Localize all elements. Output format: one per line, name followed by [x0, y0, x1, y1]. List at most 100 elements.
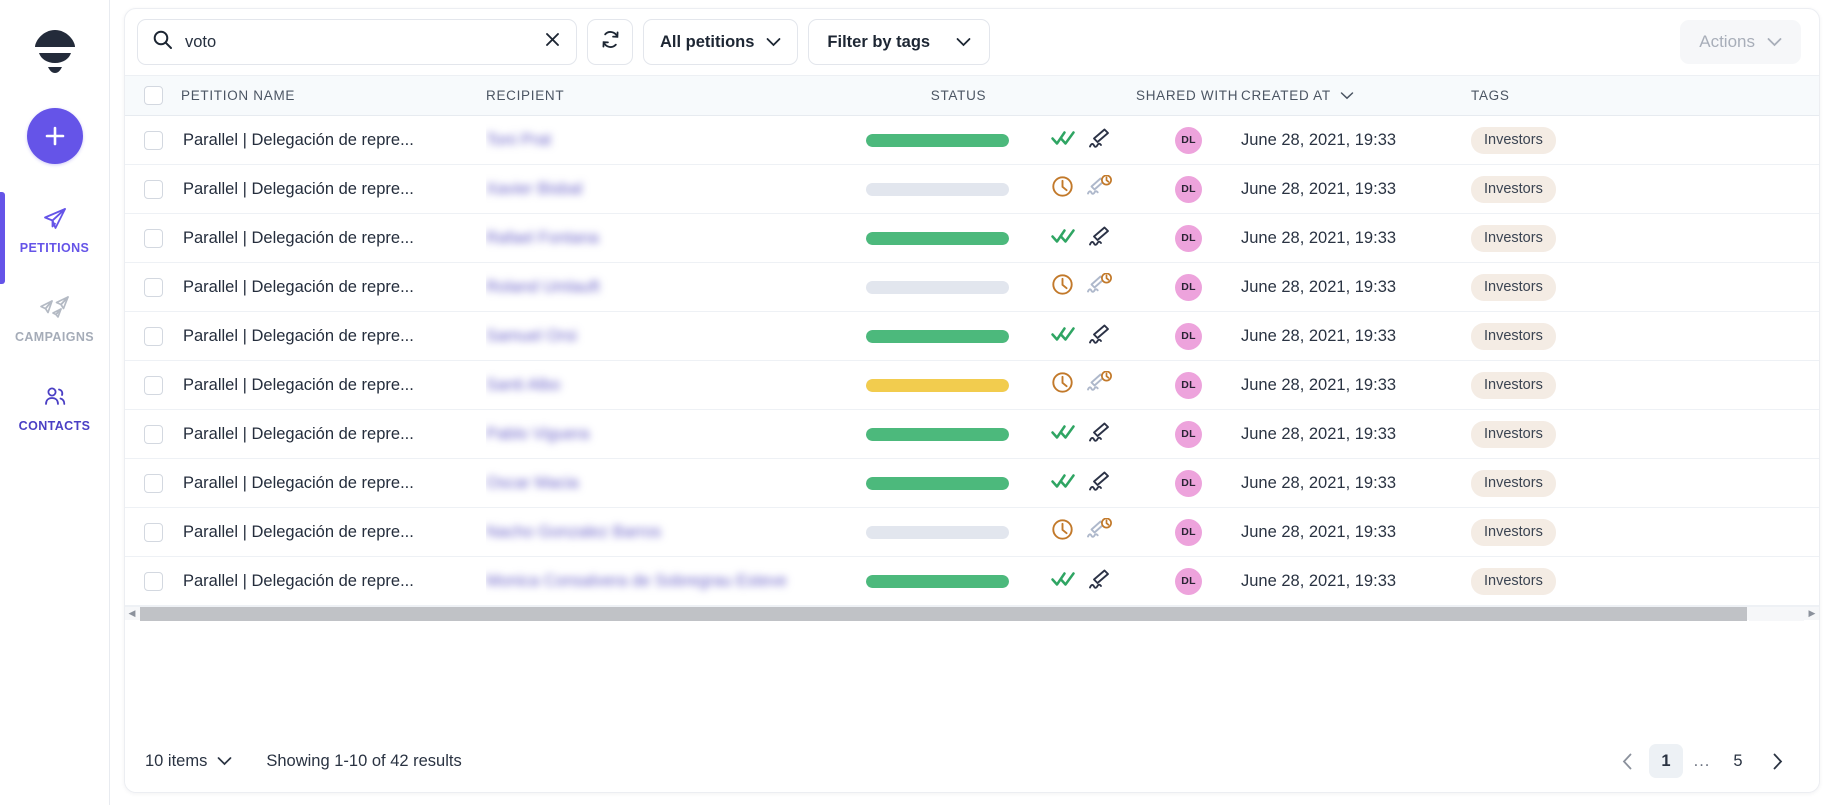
petition-name-cell[interactable]: Parallel | Delegación de repre...: [181, 458, 486, 508]
tag-pill[interactable]: Investors: [1471, 371, 1556, 399]
close-icon[interactable]: [543, 30, 562, 54]
tag-pill[interactable]: Investors: [1471, 175, 1556, 203]
recipient-cell[interactable]: Xavier Bisbal: [486, 164, 806, 214]
row-checkbox[interactable]: [143, 571, 163, 591]
sidebar-item-petitions[interactable]: PETITIONS: [0, 190, 109, 284]
signature-icon[interactable]: [1088, 127, 1112, 154]
tag-pill[interactable]: Investors: [1471, 518, 1556, 546]
signature-icon[interactable]: [1088, 323, 1112, 350]
select-all-checkbox[interactable]: [143, 86, 163, 105]
signature-icon[interactable]: [1088, 470, 1112, 497]
header-recipient[interactable]: RECIPIENT: [486, 75, 806, 116]
search-box[interactable]: [137, 19, 577, 65]
row-checkbox[interactable]: [143, 326, 163, 346]
clock-icon[interactable]: [1051, 175, 1074, 203]
refresh-button[interactable]: [587, 19, 633, 65]
avatar[interactable]: DL: [1175, 420, 1202, 448]
table-row[interactable]: Parallel | Delegación de repre... Roland…: [125, 262, 1819, 312]
tag-pill[interactable]: Investors: [1471, 224, 1556, 252]
tag-pill[interactable]: Investors: [1471, 420, 1556, 448]
clock-icon[interactable]: [1051, 518, 1074, 546]
tag-pill[interactable]: Investors: [1471, 469, 1556, 497]
table-row[interactable]: Parallel | Delegación de repre... Monica…: [125, 556, 1819, 606]
petition-name-cell[interactable]: Parallel | Delegación de repre...: [181, 164, 486, 214]
pagination-page-1[interactable]: 1: [1649, 744, 1683, 778]
signature-pending-icon[interactable]: [1086, 272, 1114, 302]
petition-name-cell[interactable]: Parallel | Delegación de repre...: [181, 556, 486, 606]
scrollbar-thumb[interactable]: [140, 606, 1747, 621]
avatar[interactable]: DL: [1175, 126, 1202, 154]
header-created-at[interactable]: CREATED AT: [1241, 75, 1471, 116]
double-check-icon[interactable]: [1051, 129, 1076, 152]
table-row[interactable]: Parallel | Delegación de repre... Xavier…: [125, 164, 1819, 214]
recipient-cell[interactable]: Oscar Macia: [486, 458, 806, 508]
table-row[interactable]: Parallel | Delegación de repre... Oscar …: [125, 458, 1819, 508]
header-petition-name[interactable]: PETITION NAME: [181, 75, 486, 116]
clock-icon[interactable]: [1051, 273, 1074, 301]
avatar[interactable]: DL: [1175, 518, 1202, 546]
scope-filter-button[interactable]: All petitions: [643, 19, 799, 65]
pagination-page-5[interactable]: 5: [1721, 744, 1755, 778]
header-status[interactable]: STATUS: [806, 75, 1051, 116]
table-row[interactable]: Parallel | Delegación de repre... Rafael…: [125, 213, 1819, 263]
signature-pending-icon[interactable]: [1086, 517, 1114, 547]
recipient-cell[interactable]: Pablo Viguera: [486, 409, 806, 459]
search-input[interactable]: [185, 32, 531, 52]
table-row[interactable]: Parallel | Delegación de repre... Pablo …: [125, 409, 1819, 459]
signature-icon[interactable]: [1088, 568, 1112, 595]
sidebar-item-contacts[interactable]: CONTACTS: [0, 368, 109, 445]
row-checkbox[interactable]: [143, 424, 163, 444]
petition-name-cell[interactable]: Parallel | Delegación de repre...: [181, 409, 486, 459]
recipient-cell[interactable]: Monica Consalvera de Sobregrau Esteve: [486, 556, 806, 606]
petition-name-cell[interactable]: Parallel | Delegación de repre...: [181, 115, 486, 165]
signature-icon[interactable]: [1088, 421, 1112, 448]
row-checkbox[interactable]: [143, 522, 163, 542]
double-check-icon[interactable]: [1051, 570, 1076, 593]
add-button[interactable]: [26, 108, 83, 164]
row-checkbox[interactable]: [143, 130, 163, 150]
double-check-icon[interactable]: [1051, 227, 1076, 250]
header-tags[interactable]: TAGS: [1471, 75, 1819, 116]
tag-pill[interactable]: Investors: [1471, 273, 1556, 301]
avatar[interactable]: DL: [1175, 567, 1202, 595]
signature-pending-icon[interactable]: [1086, 370, 1114, 400]
signature-icon[interactable]: [1088, 225, 1112, 252]
tag-pill[interactable]: Investors: [1471, 567, 1556, 595]
sidebar-item-campaigns[interactable]: CAMPAIGNS: [0, 279, 109, 356]
recipient-cell[interactable]: Nacho Gonzalez Barros: [486, 507, 806, 557]
row-checkbox[interactable]: [143, 179, 163, 199]
petition-name-cell[interactable]: Parallel | Delegación de repre...: [181, 507, 486, 557]
scroll-right-arrow[interactable]: ▶: [1805, 607, 1819, 621]
avatar[interactable]: DL: [1175, 224, 1202, 252]
petition-name-cell[interactable]: Parallel | Delegación de repre...: [181, 360, 486, 410]
petition-name-cell[interactable]: Parallel | Delegación de repre...: [181, 262, 486, 312]
table-row[interactable]: Parallel | Delegación de repre... Toni P…: [125, 115, 1819, 165]
avatar[interactable]: DL: [1175, 175, 1202, 203]
page-size-select[interactable]: 10 items: [145, 752, 232, 771]
recipient-cell[interactable]: Santi Albo: [486, 360, 806, 410]
double-check-icon[interactable]: [1051, 472, 1076, 495]
actions-button[interactable]: Actions: [1680, 20, 1801, 64]
horizontal-scrollbar[interactable]: ◀ ▶: [125, 606, 1819, 621]
tags-filter-button[interactable]: Filter by tags: [808, 19, 991, 65]
recipient-cell[interactable]: Toni Prat: [486, 115, 806, 165]
petition-name-cell[interactable]: Parallel | Delegación de repre...: [181, 311, 486, 361]
recipient-cell[interactable]: Roland Umlauft: [486, 262, 806, 312]
pagination-prev[interactable]: [1607, 744, 1647, 778]
row-checkbox[interactable]: [143, 473, 163, 493]
header-shared-with[interactable]: SHARED WITH: [1136, 75, 1241, 116]
double-check-icon[interactable]: [1051, 423, 1076, 446]
scroll-left-arrow[interactable]: ◀: [125, 607, 139, 621]
row-checkbox[interactable]: [143, 277, 163, 297]
tag-pill[interactable]: Investors: [1471, 126, 1556, 154]
avatar[interactable]: DL: [1175, 322, 1202, 350]
row-checkbox[interactable]: [143, 228, 163, 248]
table-row[interactable]: Parallel | Delegación de repre... Nacho …: [125, 507, 1819, 557]
petition-name-cell[interactable]: Parallel | Delegación de repre...: [181, 213, 486, 263]
signature-pending-icon[interactable]: [1086, 174, 1114, 204]
avatar[interactable]: DL: [1175, 371, 1202, 399]
pagination-next[interactable]: [1757, 744, 1797, 778]
avatar[interactable]: DL: [1175, 273, 1202, 301]
table-row[interactable]: Parallel | Delegación de repre... Samuel…: [125, 311, 1819, 361]
tag-pill[interactable]: Investors: [1471, 322, 1556, 350]
